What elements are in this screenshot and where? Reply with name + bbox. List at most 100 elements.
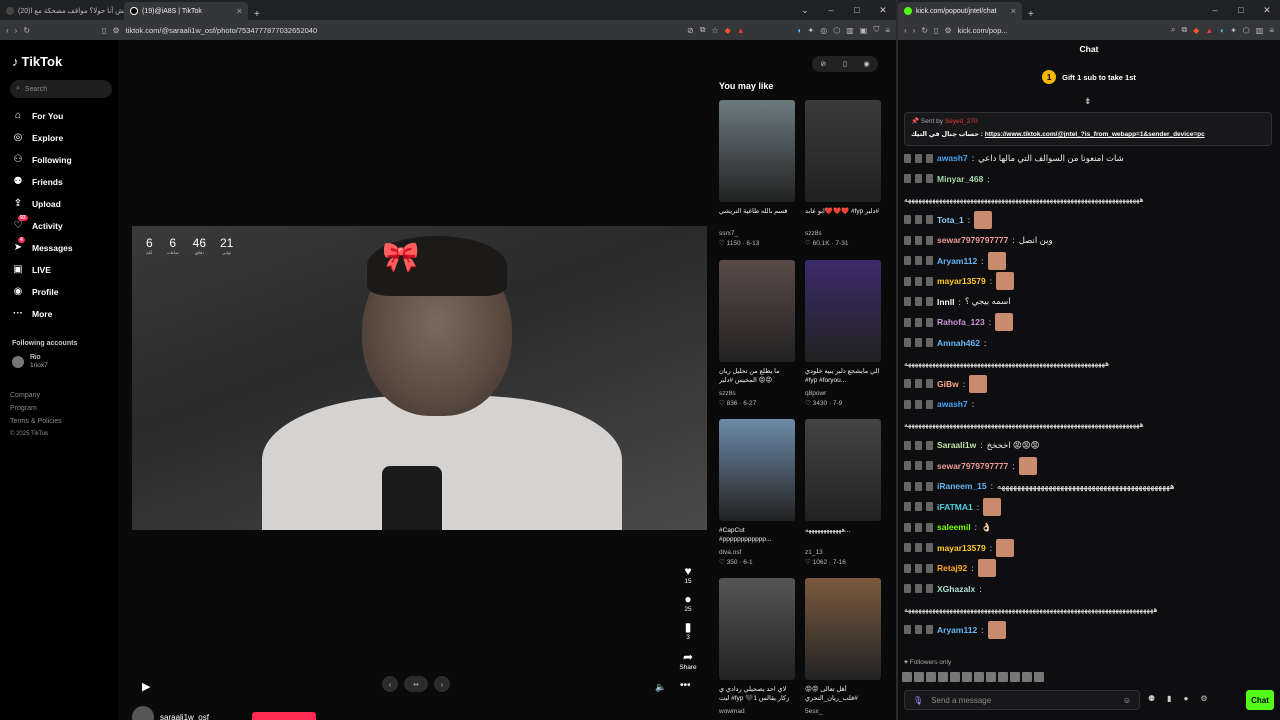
- back-icon[interactable]: ‹: [6, 26, 9, 35]
- chevron-left-icon[interactable]: ‹: [382, 676, 398, 692]
- extension-icon[interactable]: ✦: [808, 26, 815, 35]
- play-icon[interactable]: ▶: [142, 680, 150, 693]
- reload-icon[interactable]: ↻: [23, 26, 30, 35]
- tab-active[interactable]: kick.com/popout/jntel/chat ×: [898, 2, 1022, 20]
- new-tab-icon[interactable]: +: [1022, 9, 1040, 20]
- recommended-card[interactable]: ما يطلع من تحليل ريان المخيس #دلبر 😡😡 sz…: [719, 260, 795, 407]
- miniplayer-icon[interactable]: ▯: [843, 60, 847, 68]
- emote-icon[interactable]: [926, 672, 936, 682]
- brave-shield-icon[interactable]: ◆: [1193, 26, 1199, 35]
- chat-send-button[interactable]: Chat: [1246, 690, 1274, 710]
- pin-mod-icon[interactable]: [904, 502, 911, 512]
- timeout-icon[interactable]: [915, 256, 922, 266]
- pin-mod-icon[interactable]: [904, 522, 911, 532]
- collapse-pinned-icon[interactable]: ⇟: [1084, 96, 1092, 107]
- search-input[interactable]: ⌕ Search: [10, 80, 112, 98]
- forward-icon[interactable]: ›: [913, 26, 916, 35]
- ban-icon[interactable]: [926, 461, 933, 471]
- footer-program[interactable]: Program: [10, 405, 37, 412]
- close-window-icon[interactable]: ✕: [1254, 5, 1280, 16]
- close-window-icon[interactable]: ✕: [870, 5, 896, 16]
- pin-mod-icon[interactable]: [904, 379, 911, 389]
- puzzle-icon[interactable]: ⬡: [1243, 26, 1250, 35]
- chevron-right-icon[interactable]: ›: [434, 676, 450, 692]
- nav-profile[interactable]: ◉ Profile: [12, 286, 59, 297]
- recommended-card[interactable]: ههههههههههههه... z1_13 ♡ 1062 · 7-16: [805, 419, 881, 566]
- ban-icon[interactable]: [926, 584, 933, 594]
- recommended-card[interactable]: الي مايشجع دلبر يبيه خلودي #fyp #foryou.…: [805, 260, 881, 407]
- menu-icon[interactable]: ≡: [1269, 26, 1274, 35]
- share-page-icon[interactable]: ⧉: [1181, 25, 1187, 35]
- pin-mod-icon[interactable]: [904, 543, 911, 553]
- pin-mod-icon[interactable]: [904, 338, 911, 348]
- pin-mod-icon[interactable]: [904, 481, 911, 491]
- timeout-icon[interactable]: [915, 215, 922, 225]
- menu-icon[interactable]: ≡: [885, 26, 890, 35]
- timeout-icon[interactable]: [915, 584, 922, 594]
- timeout-icon[interactable]: [915, 317, 922, 327]
- ban-icon[interactable]: [926, 235, 933, 245]
- timeout-icon[interactable]: [915, 481, 922, 491]
- timeout-icon[interactable]: [915, 338, 922, 348]
- nav-upload[interactable]: ⇪ Upload: [12, 198, 61, 209]
- extension-icon[interactable]: ✦: [1230, 26, 1237, 35]
- url-field[interactable]: kick.com/pop...: [958, 26, 1165, 35]
- emote-icon[interactable]: [962, 672, 972, 682]
- chat-username[interactable]: Saraali1w: [937, 440, 976, 450]
- tab-background[interactable]: (20)لبش أنا حولا؟ مواقف مضحكة مع ا...: [0, 2, 124, 20]
- ban-icon[interactable]: [926, 215, 933, 225]
- chat-username[interactable]: XGhazalx: [937, 584, 975, 594]
- nav-friends[interactable]: ⚉ Friends: [12, 176, 63, 187]
- pin-mod-icon[interactable]: [904, 174, 911, 184]
- timeout-icon[interactable]: [915, 625, 922, 635]
- close-tab-icon[interactable]: ×: [237, 6, 242, 16]
- pin-mod-icon[interactable]: [904, 440, 911, 450]
- sidebar-icon[interactable]: ▥: [1256, 26, 1264, 35]
- emote-icon[interactable]: [1010, 672, 1020, 682]
- chat-username[interactable]: mayar13579: [937, 276, 986, 286]
- comment-button[interactable]: ● 25: [676, 592, 700, 613]
- translate-icon[interactable]: ⊘: [687, 26, 694, 35]
- maximize-icon[interactable]: □: [1228, 5, 1254, 15]
- close-tab-icon[interactable]: ×: [1011, 6, 1016, 16]
- ban-icon[interactable]: [926, 297, 933, 307]
- like-button[interactable]: ♥ 15: [676, 564, 700, 585]
- emote-icon[interactable]: [986, 672, 996, 682]
- pin-mod-icon[interactable]: [904, 276, 911, 286]
- chevron-down-icon[interactable]: ⌄: [792, 5, 818, 16]
- pin-mod-icon[interactable]: [904, 317, 911, 327]
- pin-mod-icon[interactable]: [904, 235, 911, 245]
- chat-username[interactable]: iFATMA1: [937, 502, 973, 512]
- ban-icon[interactable]: [926, 625, 933, 635]
- info-icon[interactable]: ▮: [1167, 694, 1171, 703]
- follow-button[interactable]: [252, 712, 316, 720]
- site-info-icon[interactable]: ⚙: [944, 26, 951, 35]
- pin-mod-icon[interactable]: [904, 256, 911, 266]
- wallet-icon[interactable]: ▣: [860, 26, 868, 35]
- timeout-icon[interactable]: [915, 153, 922, 163]
- timeout-icon[interactable]: [915, 379, 922, 389]
- maximize-icon[interactable]: □: [844, 5, 870, 15]
- reload-icon[interactable]: ↻: [921, 26, 928, 35]
- back-icon[interactable]: ‹: [904, 26, 907, 35]
- chat-username[interactable]: Rahofa_123: [937, 317, 985, 327]
- emote-icon[interactable]: [1034, 672, 1044, 682]
- emote-icon[interactable]: [998, 672, 1008, 682]
- nav-messages[interactable]: ➤ 4 Messages: [12, 237, 73, 253]
- emoji-icon[interactable]: ☺: [1123, 696, 1131, 705]
- emote-icon[interactable]: [902, 672, 912, 682]
- brave-rewards-icon[interactable]: ▲: [1205, 26, 1213, 35]
- sidebar-icon[interactable]: ▥: [846, 26, 854, 35]
- pin-mod-icon[interactable]: [904, 461, 911, 471]
- ban-icon[interactable]: [926, 256, 933, 266]
- brave-rewards-icon[interactable]: ▲: [737, 26, 745, 35]
- chat-username[interactable]: Tota_1: [937, 215, 964, 225]
- timeout-icon[interactable]: [915, 502, 922, 512]
- following-account[interactable]: Rio 1riox7: [12, 354, 48, 369]
- audio-icon[interactable]: ◖: [1219, 26, 1224, 35]
- bookmark-icon[interactable]: ▯: [934, 26, 938, 35]
- bookmark-button[interactable]: ▮ 3: [676, 620, 700, 641]
- pin-mod-icon[interactable]: [904, 153, 911, 163]
- chat-username[interactable]: GiBw: [937, 379, 959, 389]
- ban-icon[interactable]: [926, 543, 933, 553]
